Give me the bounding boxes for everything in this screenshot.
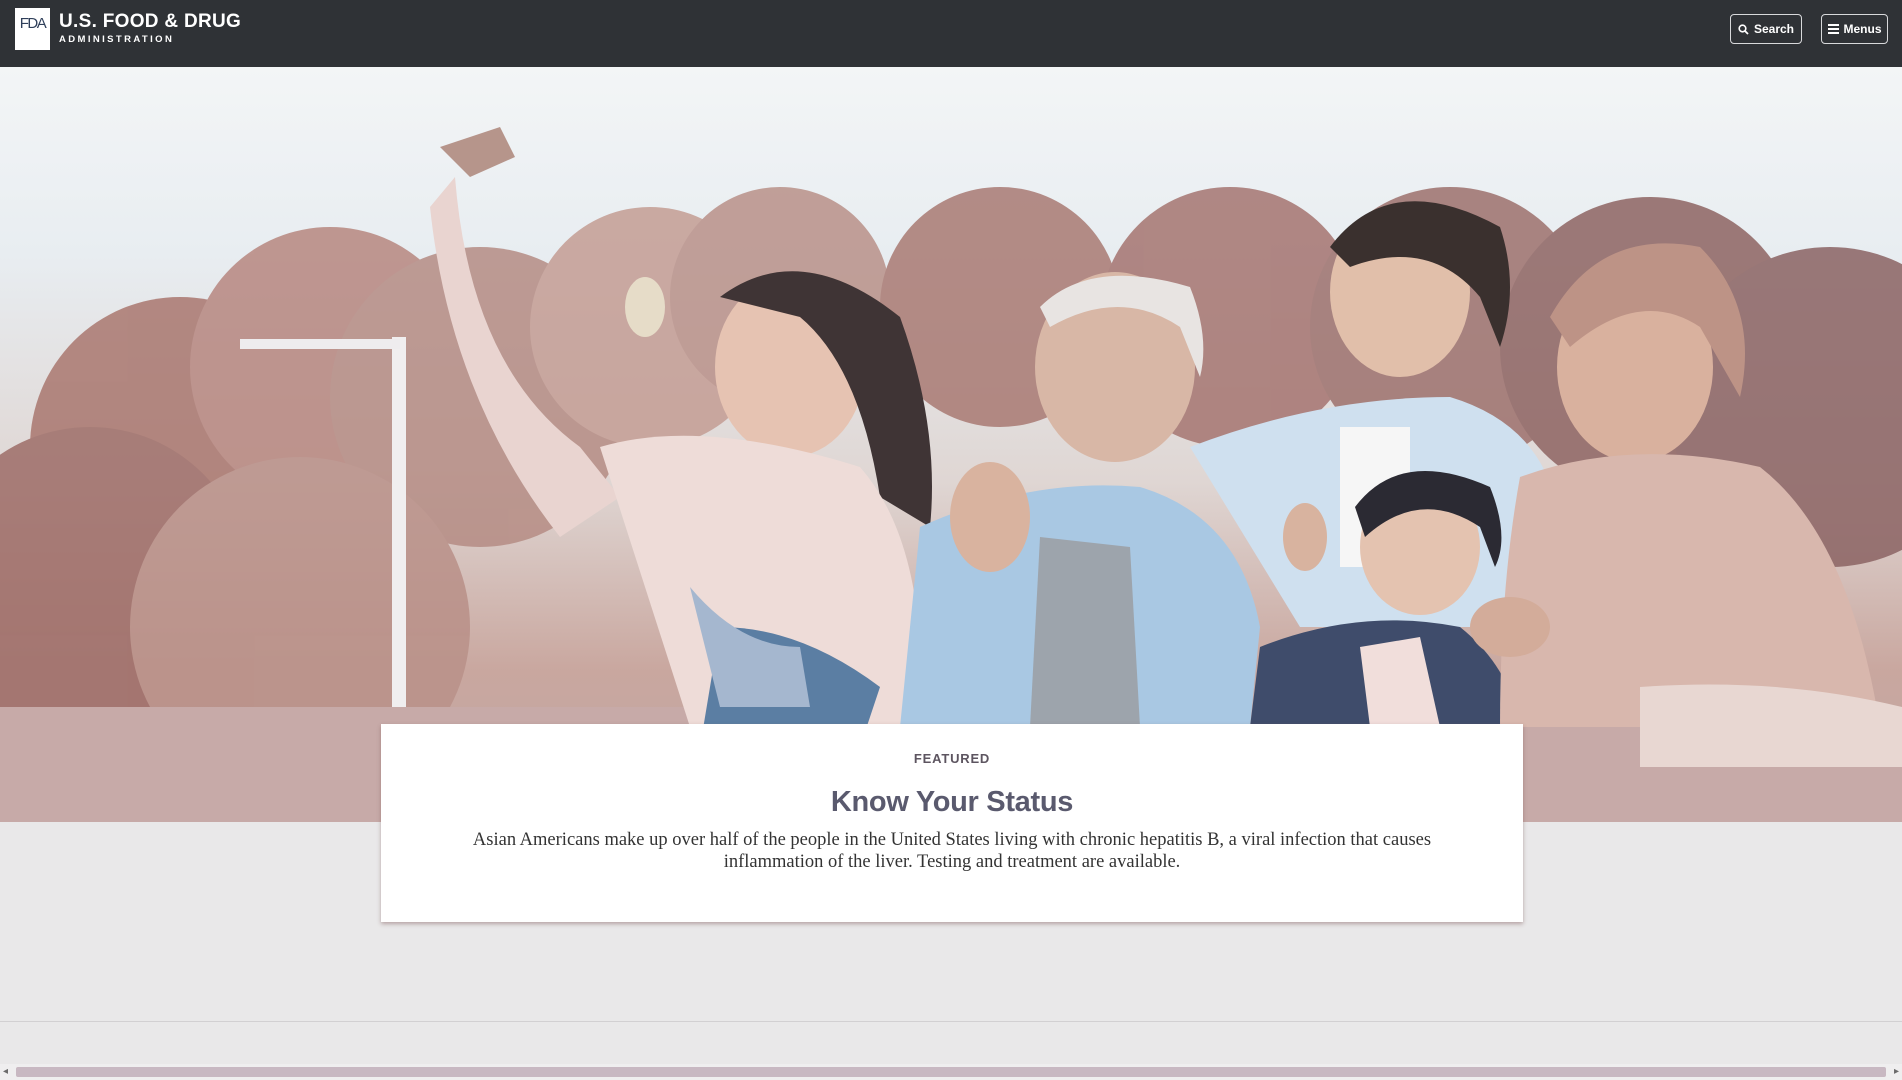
hero-image — [0, 67, 1902, 822]
scroll-left-icon[interactable]: ◂ — [3, 1064, 8, 1080]
section-divider — [0, 1021, 1902, 1022]
menus-button-label: Menus — [1843, 22, 1882, 36]
fda-logo[interactable]: FDA U.S. FOOD & DRUG ADMINISTRATION — [15, 8, 241, 50]
search-button[interactable]: Search — [1730, 14, 1802, 44]
logo-title: U.S. FOOD & DRUG — [59, 11, 242, 32]
featured-card[interactable]: FEATURED Know Your Status Asian American… — [381, 724, 1523, 922]
fda-logo-mark: FDA — [15, 8, 50, 50]
featured-title[interactable]: Know Your Status — [381, 786, 1523, 819]
site-header: FDA U.S. FOOD & DRUG ADMINISTRATION Sear… — [0, 0, 1902, 67]
logo-subtitle: ADMINISTRATION — [59, 34, 175, 45]
scroll-right-icon[interactable]: ▸ — [1894, 1064, 1899, 1080]
horizontal-scrollbar[interactable]: ◂ ▸ — [0, 1064, 1902, 1080]
scrollbar-thumb[interactable] — [16, 1067, 1886, 1077]
family-selfie-photo — [0, 127, 1902, 822]
fda-logo-text: U.S. FOOD & DRUG ADMINISTRATION — [59, 8, 241, 46]
menus-button[interactable]: Menus — [1821, 14, 1888, 44]
lamp-post — [392, 337, 406, 717]
featured-eyebrow: FEATURED — [913, 751, 991, 766]
featured-description: Asian Americans make up over half of the… — [472, 830, 1432, 872]
search-button-label: Search — [1753, 22, 1795, 36]
hamburger-icon — [1827, 23, 1839, 35]
search-icon — [1738, 23, 1750, 35]
